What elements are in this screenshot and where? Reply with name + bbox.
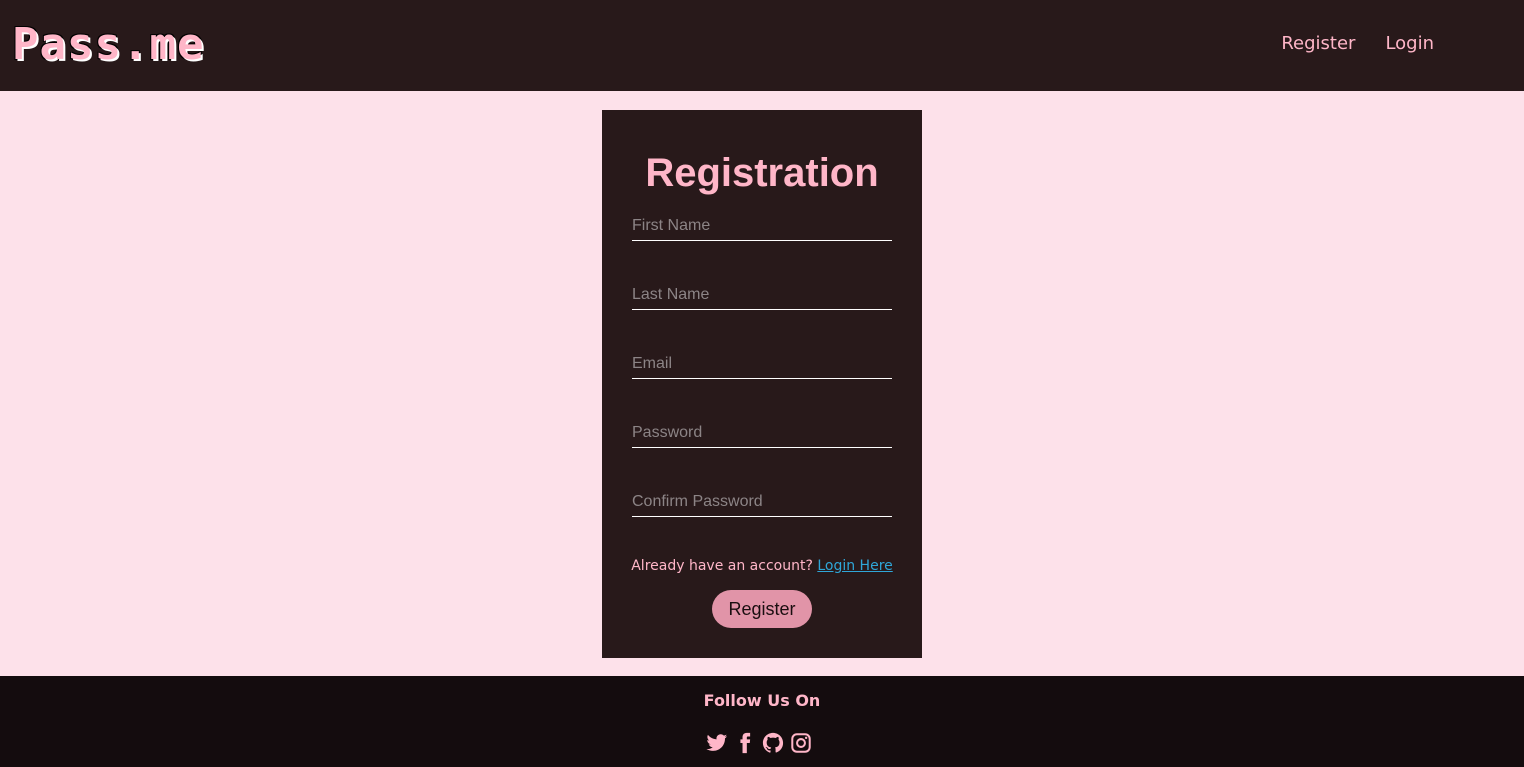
instagram-icon[interactable] — [790, 732, 812, 754]
facebook-icon[interactable] — [734, 732, 756, 754]
first-name-field[interactable] — [632, 212, 892, 241]
email-field[interactable] — [632, 350, 892, 379]
registration-card: Registration Already have an account? Lo… — [602, 110, 922, 658]
registration-title: Registration — [645, 151, 879, 195]
nav-register-link[interactable]: Register — [1281, 31, 1355, 57]
twitter-icon[interactable] — [706, 732, 728, 754]
account-prompt-line: Already have an account? Login Here — [602, 556, 922, 576]
account-prompt-text: Already have an account? — [631, 558, 813, 574]
social-icons — [706, 732, 812, 754]
nav-links: Register Login — [1281, 31, 1434, 57]
follow-us-title: Follow Us On — [703, 691, 821, 710]
last-name-field[interactable] — [632, 281, 892, 310]
brand-logo[interactable]: Pass.me — [12, 20, 204, 70]
footer: Follow Us On — [0, 676, 1524, 767]
top-navbar: Pass.me Register Login — [0, 0, 1524, 91]
github-icon[interactable] — [762, 732, 784, 754]
login-here-link[interactable]: Login Here — [817, 558, 892, 574]
nav-login-link[interactable]: Login — [1385, 31, 1434, 57]
register-submit-button[interactable]: Register — [712, 590, 812, 628]
confirm-password-field[interactable] — [632, 488, 892, 517]
password-field[interactable] — [632, 419, 892, 448]
